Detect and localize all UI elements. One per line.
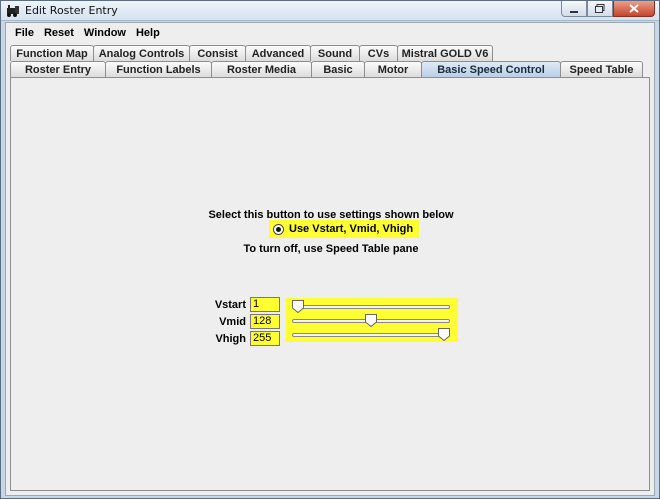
- basic-speed-control-panel: Select this button to use settings shown…: [10, 77, 650, 491]
- tab-analog-controls[interactable]: Analog Controls: [93, 45, 190, 61]
- vmid-field[interactable]: 128: [250, 314, 280, 329]
- tab-mistral-gold-v6[interactable]: Mistral GOLD V6: [397, 45, 493, 61]
- tab-function-labels[interactable]: Function Labels: [105, 61, 212, 77]
- vstart-slider[interactable]: [292, 300, 452, 314]
- tab-row-back: Function Map Analog Controls Consist Adv…: [10, 45, 493, 61]
- vmid-slider[interactable]: [292, 314, 452, 328]
- vstart-slider-track: [292, 305, 450, 309]
- menu-file[interactable]: File: [10, 27, 39, 39]
- menu-window[interactable]: Window: [79, 27, 131, 39]
- turn-off-text: To turn off, use Speed Table pane: [243, 243, 419, 255]
- tab-roster-entry[interactable]: Roster Entry: [10, 61, 106, 77]
- vhigh-slider[interactable]: [292, 328, 452, 342]
- menu-bar: File Reset Window Help: [6, 23, 654, 43]
- tab-cvs[interactable]: CVs: [359, 45, 398, 61]
- slider-group: [286, 298, 458, 342]
- vhigh-label: Vhigh: [215, 333, 246, 345]
- window-title: Edit Roster Entry: [25, 4, 118, 17]
- minimize-icon: [570, 10, 578, 13]
- minimize-button[interactable]: [561, 1, 587, 17]
- radio-button-selected[interactable]: [273, 223, 284, 235]
- maximize-button[interactable]: [587, 1, 613, 17]
- maximize-icon: [595, 4, 605, 13]
- edit-roster-window: Edit Roster Entry File Reset Window Help…: [0, 0, 660, 499]
- tab-roster-media[interactable]: Roster Media: [211, 61, 312, 77]
- tab-advanced[interactable]: Advanced: [245, 45, 311, 61]
- tab-function-map[interactable]: Function Map: [10, 45, 94, 61]
- title-bar[interactable]: Edit Roster Entry: [1, 1, 659, 21]
- tab-basic-speed-control[interactable]: Basic Speed Control: [421, 61, 561, 77]
- close-icon: [629, 4, 639, 13]
- use-vstart-radio-option[interactable]: Use Vstart, Vmid, Vhigh: [269, 220, 420, 238]
- radio-label: Use Vstart, Vmid, Vhigh: [289, 223, 414, 235]
- vmid-label: Vmid: [219, 316, 246, 328]
- menu-help[interactable]: Help: [131, 27, 165, 39]
- tab-row-front: Roster Entry Function Labels Roster Medi…: [10, 61, 643, 77]
- vhigh-field[interactable]: 255: [250, 331, 280, 346]
- vstart-slider-thumb[interactable]: [292, 300, 304, 313]
- tab-basic[interactable]: Basic: [311, 61, 365, 77]
- vstart-field[interactable]: 1: [250, 297, 280, 312]
- menu-reset[interactable]: Reset: [39, 27, 79, 39]
- vmid-slider-thumb[interactable]: [365, 314, 377, 327]
- tab-sound[interactable]: Sound: [310, 45, 360, 61]
- tab-consist[interactable]: Consist: [189, 45, 246, 61]
- close-button[interactable]: [613, 1, 655, 17]
- tab-speed-table[interactable]: Speed Table: [560, 61, 643, 77]
- vhigh-slider-track: [292, 333, 450, 337]
- vhigh-slider-thumb[interactable]: [438, 328, 450, 341]
- locomotive-icon: [7, 5, 19, 17]
- vstart-label: Vstart: [214, 299, 246, 311]
- tab-motor[interactable]: Motor: [364, 61, 422, 77]
- client-area: File Reset Window Help Function Map Anal…: [5, 22, 655, 496]
